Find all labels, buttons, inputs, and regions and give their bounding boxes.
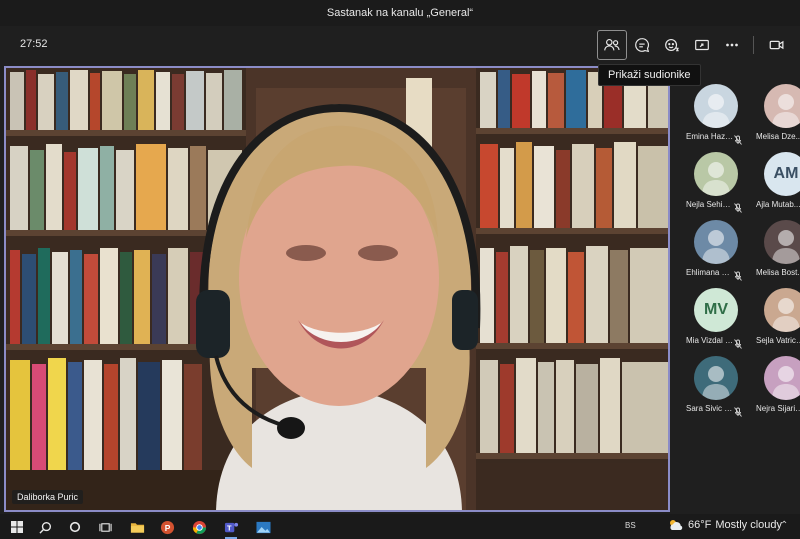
profile-photo-icon bbox=[772, 230, 800, 264]
profile-photo-icon bbox=[772, 94, 800, 128]
camera-icon bbox=[769, 40, 784, 50]
participant-avatar bbox=[694, 220, 738, 264]
participant-avatar bbox=[764, 84, 800, 128]
chat-icon bbox=[635, 38, 650, 53]
participant-name: Mia Vizdal (... bbox=[686, 336, 734, 345]
profile-photo-icon bbox=[772, 298, 800, 332]
teams-button[interactable]: T bbox=[222, 518, 240, 539]
reactions-button[interactable] bbox=[657, 30, 687, 60]
photos-button[interactable] bbox=[254, 518, 272, 536]
input-language[interactable]: BS bbox=[625, 521, 636, 530]
more-icon bbox=[726, 43, 738, 47]
photos-icon bbox=[255, 521, 271, 533]
windows-taskbar: P T BS 66°F Mostly cloudy ⌃ bbox=[0, 514, 800, 539]
svg-text:T: T bbox=[227, 523, 232, 532]
teams-icon: T bbox=[224, 522, 238, 532]
profile-photo-icon bbox=[702, 94, 730, 128]
participant-card[interactable]: Sejla Vatric (... bbox=[756, 278, 800, 345]
search-button[interactable] bbox=[36, 518, 54, 536]
profile-photo-icon bbox=[772, 366, 800, 400]
participant-name: Ajla Mutab... bbox=[756, 200, 800, 209]
profile-photo-icon bbox=[702, 230, 730, 264]
start-button[interactable] bbox=[8, 518, 26, 536]
reactions-icon bbox=[665, 39, 679, 52]
participant-card[interactable]: Nejla Sehic ... bbox=[686, 142, 742, 213]
mic-muted-icon bbox=[734, 132, 742, 145]
participant-avatar: AM bbox=[764, 152, 800, 196]
main-video-feed: Daliborka Puric bbox=[4, 66, 670, 512]
participant-card[interactable]: Melisa Dze... bbox=[756, 74, 800, 141]
cloud-sun-icon bbox=[670, 520, 683, 530]
meeting-timer: 27:52 bbox=[20, 38, 48, 50]
participant-card[interactable]: AM Ajla Mutab... bbox=[756, 142, 800, 209]
window-title: Sastanak na kanalu „General“ bbox=[326, 7, 474, 19]
weather-widget[interactable]: 66°F Mostly cloudy bbox=[668, 519, 782, 531]
share-icon bbox=[695, 39, 709, 51]
participant-initials: MV bbox=[704, 301, 728, 318]
participant-card[interactable]: Sara Sivic (S... bbox=[686, 346, 742, 417]
mic-muted-icon bbox=[734, 336, 742, 349]
cortana-button[interactable] bbox=[66, 518, 84, 536]
participant-name: Melisa Dze... bbox=[756, 132, 800, 141]
participant-roster: Emina Hazn... Melisa Dze... Nejla Sehic ..… bbox=[674, 66, 800, 512]
participant-name: Nejra Sijaric... bbox=[756, 404, 800, 413]
folder-icon bbox=[130, 522, 144, 533]
speaker-name-label: Daliborka Puric bbox=[12, 490, 84, 504]
participant-avatar: MV bbox=[694, 288, 738, 332]
task-view-icon bbox=[98, 522, 112, 532]
video-background bbox=[6, 68, 668, 510]
weather-condition: Mostly cloudy bbox=[715, 519, 782, 531]
meeting-toolbar: 27:52 bbox=[0, 26, 800, 64]
participants-tooltip: Prikaži sudionike bbox=[598, 64, 701, 86]
chrome-icon bbox=[192, 520, 206, 534]
camera-button[interactable] bbox=[762, 30, 792, 60]
participant-name: Emina Hazn... bbox=[686, 132, 734, 141]
participant-avatar bbox=[694, 152, 738, 196]
mic-muted-icon bbox=[734, 404, 742, 417]
teams-meeting-window: Sastanak na kanalu „General“ 27:52 Prika… bbox=[0, 0, 800, 539]
title-bar: Sastanak na kanalu „General“ bbox=[0, 0, 800, 26]
people-icon bbox=[604, 39, 620, 51]
weather-temperature: 66°F bbox=[688, 519, 712, 531]
participant-avatar bbox=[764, 220, 800, 264]
participant-card[interactable]: Melisa Bost... bbox=[756, 210, 800, 277]
bookshelf-scene bbox=[6, 68, 668, 510]
file-explorer-button[interactable] bbox=[128, 518, 146, 536]
participant-initials: AM bbox=[773, 165, 799, 182]
participant-card[interactable]: Nejra Sijaric... bbox=[756, 346, 800, 413]
participant-avatar bbox=[764, 356, 800, 400]
participant-avatar bbox=[694, 356, 738, 400]
toolbar-divider bbox=[753, 36, 754, 54]
show-participants-button[interactable] bbox=[597, 30, 627, 60]
powerpoint-button[interactable]: P bbox=[158, 518, 176, 536]
participant-name: Sejla Vatric (... bbox=[756, 336, 800, 345]
participant-avatar bbox=[764, 288, 800, 332]
chrome-button[interactable] bbox=[190, 518, 208, 536]
profile-photo-icon bbox=[702, 162, 730, 196]
participant-card[interactable]: MV Mia Vizdal (... bbox=[686, 278, 742, 349]
mic-muted-icon bbox=[734, 268, 742, 281]
chat-button[interactable] bbox=[627, 30, 657, 60]
mic-muted-icon bbox=[734, 200, 742, 213]
cortana-icon bbox=[69, 521, 81, 533]
participant-name: Nejla Sehic ... bbox=[686, 200, 734, 209]
participant-avatar bbox=[694, 84, 738, 128]
windows-logo-icon bbox=[11, 521, 23, 533]
participant-name: Melisa Bost... bbox=[756, 268, 800, 277]
task-view-button[interactable] bbox=[96, 518, 114, 536]
more-actions-button[interactable] bbox=[717, 30, 747, 60]
search-icon bbox=[38, 521, 51, 534]
participant-card[interactable]: Ehlimana Se... bbox=[686, 210, 742, 281]
profile-photo-icon bbox=[702, 366, 730, 400]
powerpoint-icon: P bbox=[160, 520, 174, 534]
system-tray-overflow-icon[interactable]: ⌃ bbox=[780, 520, 788, 531]
share-screen-button[interactable] bbox=[687, 30, 717, 60]
svg-text:P: P bbox=[164, 522, 170, 532]
participant-name: Sara Sivic (S... bbox=[686, 404, 734, 413]
participant-name: Ehlimana Se... bbox=[686, 268, 734, 277]
